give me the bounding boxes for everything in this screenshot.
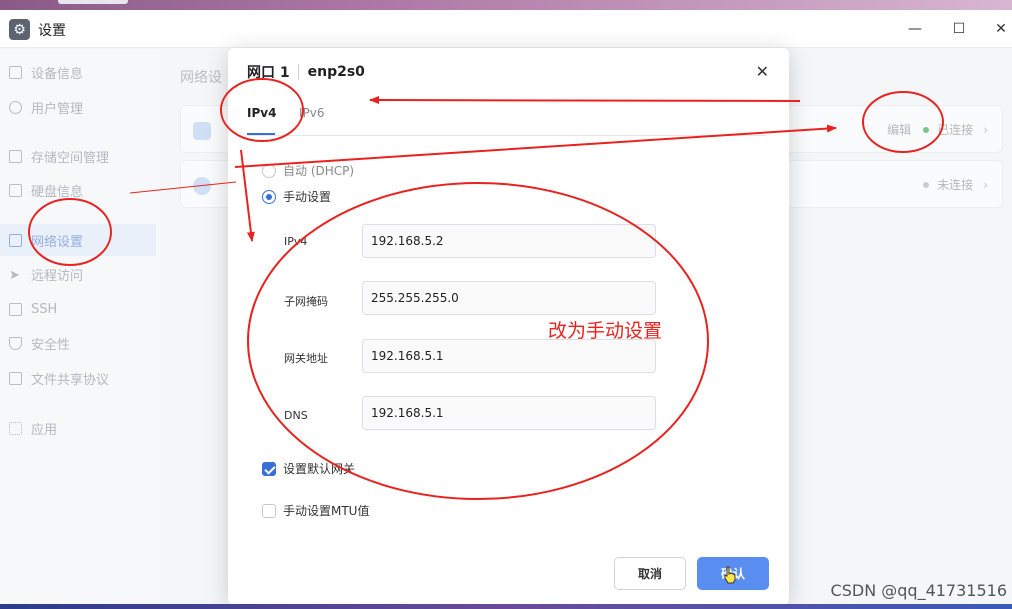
- disk-icon: [9, 183, 22, 197]
- annotation-text: 改为手动设置: [548, 320, 663, 342]
- title-bar: ⚙ 设置 — ☐ ✕: [0, 10, 1012, 48]
- maximize-icon[interactable]: ☐: [948, 18, 970, 40]
- checkbox-manual-mtu[interactable]: 手动设置MTU值: [262, 502, 369, 519]
- status-badge: 已连接: [937, 123, 974, 137]
- network-config-dialog: 网口 1 enp2s0 ✕ IPv4 IPv6 自动 (DHCP) 手动设置 I…: [228, 48, 789, 605]
- edit-link[interactable]: 编辑: [887, 121, 911, 138]
- sidebar-item-user-management[interactable]: 用户管理: [0, 91, 156, 123]
- apps-icon: [9, 421, 22, 435]
- shield-icon: [9, 336, 22, 350]
- wifi-icon: [193, 177, 211, 195]
- sidebar: 设备信息 用户管理 存储空间管理 硬盘信息 网络设置 ➤ 远程访问 SSH 安全性…: [0, 49, 160, 604]
- watermark: CSDN @qq_41731516: [830, 581, 1007, 600]
- dialog-title: 网口 1 enp2s0: [247, 64, 365, 81]
- user-icon: [9, 100, 22, 114]
- radio-dhcp[interactable]: 自动 (DHCP): [262, 162, 354, 179]
- terminal-icon: [9, 302, 22, 316]
- ipv4-label: IPv4: [284, 235, 308, 248]
- active-tab-indicator: [247, 133, 275, 135]
- window-title: 设置: [38, 23, 66, 39]
- file-icon: [9, 371, 22, 385]
- chevron-right-icon[interactable]: ›: [983, 123, 988, 137]
- send-icon: ➤: [9, 267, 20, 283]
- browser-tab-stub[interactable]: [58, 0, 128, 4]
- storage-icon: [9, 149, 22, 163]
- status-dot-connected: [923, 126, 930, 133]
- close-icon[interactable]: ✕: [756, 62, 769, 81]
- tab-ipv4[interactable]: IPv4: [247, 106, 276, 120]
- dns-input[interactable]: [362, 396, 656, 430]
- sidebar-item-device-info[interactable]: 设备信息: [0, 56, 156, 88]
- hand-cursor-icon: [724, 566, 736, 584]
- bottom-taskbar-strip: [0, 604, 1012, 609]
- radio-manual[interactable]: 手动设置: [262, 188, 331, 205]
- dns-label: DNS: [284, 409, 308, 422]
- gateway-label: 网关地址: [284, 352, 328, 365]
- gear-icon: ⚙: [9, 19, 30, 40]
- sidebar-item-network[interactable]: 网络设置: [0, 224, 156, 256]
- sidebar-item-remote-access[interactable]: ➤ 远程访问: [0, 258, 156, 290]
- ipv4-input[interactable]: [362, 224, 656, 258]
- checkbox[interactable]: [262, 461, 276, 476]
- chevron-right-icon[interactable]: ›: [983, 178, 988, 192]
- status-badge: 未连接: [937, 178, 974, 192]
- checkbox[interactable]: [262, 503, 276, 518]
- checkbox-default-gateway[interactable]: 设置默认网关: [262, 460, 355, 477]
- close-icon[interactable]: ✕: [990, 18, 1012, 40]
- ethernet-icon: [193, 122, 211, 140]
- tab-ipv6[interactable]: IPv6: [299, 106, 325, 120]
- sidebar-item-security[interactable]: 安全性: [0, 327, 156, 359]
- status-dot-disconnected: [923, 181, 930, 188]
- radio-button[interactable]: [262, 163, 276, 178]
- tab-bar: IPv4 IPv6: [247, 92, 767, 136]
- subnet-mask-label: 子网掩码: [284, 295, 328, 308]
- sidebar-item-file-sharing[interactable]: 文件共享协议: [0, 362, 156, 394]
- radio-button[interactable]: [262, 189, 276, 204]
- sidebar-item-storage[interactable]: 存储空间管理: [0, 140, 156, 172]
- page-title: 网络设: [180, 70, 222, 86]
- gateway-input[interactable]: [362, 339, 656, 373]
- cancel-button[interactable]: 取消: [614, 557, 686, 590]
- top-window-strip: [0, 0, 1012, 10]
- sidebar-item-ssh[interactable]: SSH: [0, 293, 156, 325]
- sidebar-item-disk-info[interactable]: 硬盘信息: [0, 174, 156, 206]
- subnet-mask-input[interactable]: [362, 281, 656, 315]
- device-icon: [9, 65, 22, 79]
- sidebar-item-apps[interactable]: 应用: [0, 412, 156, 444]
- minimize-icon[interactable]: —: [904, 18, 926, 40]
- network-icon: [9, 233, 22, 247]
